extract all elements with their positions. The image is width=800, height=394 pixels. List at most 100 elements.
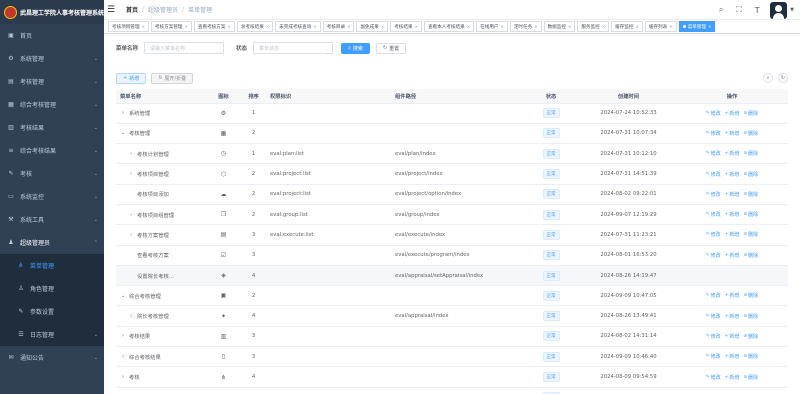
- chevron-right-icon[interactable]: ›: [120, 354, 126, 360]
- delete-button[interactable]: ⊘ 删除: [743, 130, 758, 137]
- add-child-button[interactable]: + 新增: [725, 110, 740, 117]
- close-icon[interactable]: ×: [669, 24, 672, 29]
- edit-button[interactable]: ✎ 修改: [706, 171, 721, 178]
- edit-button[interactable]: ✎ 修改: [706, 231, 721, 238]
- tag-item[interactable]: 定时任务 ×: [509, 21, 542, 32]
- tag-item[interactable]: 考核结果 ×: [390, 21, 422, 32]
- delete-button[interactable]: ⊘ 删除: [743, 333, 758, 340]
- avatar[interactable]: [770, 1, 788, 19]
- search-toggle-icon[interactable]: ⌕: [763, 73, 773, 83]
- chevron-right-icon[interactable]: ›: [128, 212, 134, 218]
- tag-item[interactable]: 查看考核方案 ×: [193, 21, 235, 32]
- add-child-button[interactable]: + 新增: [725, 353, 740, 360]
- sidebar-item[interactable]: ≡ 综合考核结果 ⌄: [0, 139, 104, 162]
- sidebar-subitem[interactable]: ♙ 角色管理: [0, 277, 104, 300]
- table-row[interactable]: ›系统监控▭4 正常2024-07-24 10:52:33✎修改+新增⊘删除: [116, 387, 788, 394]
- chevron-right-icon[interactable]: ›: [128, 171, 134, 177]
- sidebar-subitem[interactable]: ☰ 日志管理 ⌄: [0, 323, 104, 346]
- sidebar-item[interactable]: ♟ 超级管理员 ⌃: [0, 231, 104, 254]
- caret-down-icon[interactable]: ▼: [790, 7, 794, 13]
- tag-item[interactable]: 考核项目管理 ×: [108, 21, 149, 32]
- edit-button[interactable]: ✎ 修改: [706, 374, 721, 381]
- tag-item[interactable]: 总考核结果 ×: [236, 21, 274, 32]
- tag-item[interactable]: 副免成果 ×: [356, 21, 389, 32]
- table-row[interactable]: 查看考核方案 ☑ 3 eval/execute/program/index 正常 2024…: [116, 245, 788, 266]
- close-icon[interactable]: ×: [142, 24, 145, 29]
- sidebar-item[interactable]: ▦ 综合考核管理 ⌄: [0, 93, 104, 116]
- add-child-button[interactable]: + 新增: [725, 150, 740, 157]
- edit-button[interactable]: ✎ 修改: [706, 333, 721, 340]
- tag-item[interactable]: 缓存列表 ×: [644, 21, 677, 32]
- delete-button[interactable]: ⊘ 删除: [743, 171, 758, 178]
- status-select[interactable]: 菜单状态 ⌄: [253, 42, 334, 54]
- expand-collapse-button[interactable]: ⇅ 展开/折叠: [151, 72, 194, 84]
- delete-button[interactable]: ⊘ 删除: [743, 110, 758, 117]
- menu-name-input[interactable]: 请输入菜单名称: [144, 42, 225, 54]
- table-row[interactable]: › 考核方案管理 ▤ 3 eval:execute:list eval/execute/i…: [116, 224, 788, 246]
- fullscreen-icon[interactable]: ⛶: [734, 5, 744, 15]
- chevron-right-icon[interactable]: ›: [128, 232, 134, 238]
- table-row[interactable]: ⌄ 综合考核管理 ▣ 2 正常 2024-09-09 10:47:05 ✎ 修改 + 新增 ⊘ 删除: [116, 285, 788, 307]
- table-row[interactable]: › 院长考核管理 ✦ 4 eval/appraisal/index 正常 2024-08-2…: [116, 305, 788, 327]
- tag-item[interactable]: 考核目录 ×: [322, 21, 355, 32]
- search-button[interactable]: ⌕ 搜索: [341, 42, 370, 54]
- tag-item[interactable]: 缓存监控 ×: [611, 21, 643, 32]
- delete-button[interactable]: ⊘ 删除: [743, 231, 758, 238]
- edit-button[interactable]: ✎ 修改: [706, 150, 721, 157]
- sidebar-item[interactable]: ✉ 通知公告 ⌄: [0, 346, 104, 369]
- chevron-right-icon[interactable]: ›: [128, 151, 134, 157]
- table-row[interactable]: › 考核计划管理 ◷ 1 eval:plan:list eval/plan/index 正常…: [116, 143, 788, 165]
- add-child-button[interactable]: + 新增: [725, 231, 740, 238]
- edit-button[interactable]: ✎ 修改: [706, 313, 721, 320]
- table-row[interactable]: › 综合考核结果 ▯ 3 正常 2024-09-09 10:46:40 ✎ 修改 + 新增 ⊘ 删除: [116, 346, 788, 368]
- chevron-right-icon[interactable]: ›: [120, 333, 126, 339]
- table-row[interactable]: 设置院长考核... ◈ 4 eval/appraisal/setAppraisal/i…: [116, 265, 788, 287]
- delete-button[interactable]: ⊘ 删除: [743, 211, 758, 218]
- tag-item[interactable]: 考核方案管理 ×: [150, 21, 192, 32]
- edit-button[interactable]: ✎ 修改: [706, 191, 721, 198]
- table-row[interactable]: › 考核结果 ▥ 3 正常 2024-08-02 14:31:14 ✎ 修改 + 新增 ⊘ 删除: [116, 326, 788, 348]
- tag-item[interactable]: 查看本人考核结果 ×: [423, 21, 475, 32]
- chevron-right-icon[interactable]: ›: [120, 374, 126, 380]
- add-child-button[interactable]: + 新增: [725, 130, 740, 137]
- table-row[interactable]: › 系统管理 ⚙ 1 正常 2024-07-24 10:52:33 ✎ 修改 + 新增 ⊘ 删除: [116, 103, 788, 124]
- sidebar-item[interactable]: ⚙ 系统管理 ⌄: [0, 47, 104, 70]
- chevron-down-icon[interactable]: ⌄: [120, 293, 126, 299]
- add-child-button[interactable]: + 新增: [725, 252, 740, 259]
- delete-button[interactable]: ⊘ 删除: [743, 191, 758, 198]
- close-icon[interactable]: ×: [415, 24, 418, 29]
- chevron-right-icon[interactable]: ›: [120, 110, 126, 116]
- sidebar-subitem[interactable]: ✎ 参数设置: [0, 300, 104, 323]
- close-icon[interactable]: ×: [266, 24, 269, 29]
- close-icon[interactable]: ×: [313, 24, 316, 29]
- edit-button[interactable]: ✎ 修改: [706, 252, 721, 259]
- close-icon[interactable]: ×: [534, 24, 537, 29]
- edit-button[interactable]: ✎ 修改: [706, 292, 721, 299]
- breadcrumb-home[interactable]: 首页: [126, 5, 138, 14]
- tag-item[interactable]: 菜单管理 ×: [678, 21, 716, 32]
- edit-button[interactable]: ✎ 修改: [706, 110, 721, 117]
- table-row[interactable]: 考核项目添加 ☁ 2 eval:project:list eval/project/op…: [116, 184, 788, 205]
- delete-button[interactable]: ⊘ 删除: [743, 353, 758, 360]
- close-icon[interactable]: ×: [185, 24, 188, 29]
- sidebar-item[interactable]: ▤ 考核管理 ⌄: [0, 70, 104, 93]
- delete-button[interactable]: ⊘ 删除: [743, 374, 758, 381]
- close-icon[interactable]: ×: [602, 24, 605, 29]
- close-icon[interactable]: ×: [381, 24, 384, 29]
- sidebar-item[interactable]: ▣ 首页: [0, 24, 104, 47]
- close-icon[interactable]: ×: [635, 24, 638, 29]
- edit-button[interactable]: ✎ 修改: [706, 130, 721, 137]
- chevron-right-icon[interactable]: ›: [128, 313, 134, 319]
- close-icon[interactable]: ×: [467, 24, 470, 29]
- font-size-icon[interactable]: T: [752, 5, 762, 15]
- add-child-button[interactable]: + 新增: [725, 292, 740, 299]
- add-child-button[interactable]: + 新增: [725, 374, 740, 381]
- search-icon[interactable]: ⌕: [716, 5, 726, 15]
- tag-item[interactable]: 数据监控 ×: [543, 21, 576, 32]
- sidebar-item[interactable]: ✎ 考核 ⌄: [0, 162, 104, 185]
- close-icon[interactable]: ×: [500, 24, 503, 29]
- reset-button[interactable]: ↻ 重置: [375, 42, 407, 54]
- table-row[interactable]: ⌄ 考核管理 ▦ 2 正常 2024-07-31 10:07:34 ✎ 修改 + 新增 ⊘ 删除: [116, 123, 788, 145]
- sidebar-item[interactable]: ⚒ 系统工具 ⌄: [0, 208, 104, 231]
- add-child-button[interactable]: + 新增: [725, 333, 740, 340]
